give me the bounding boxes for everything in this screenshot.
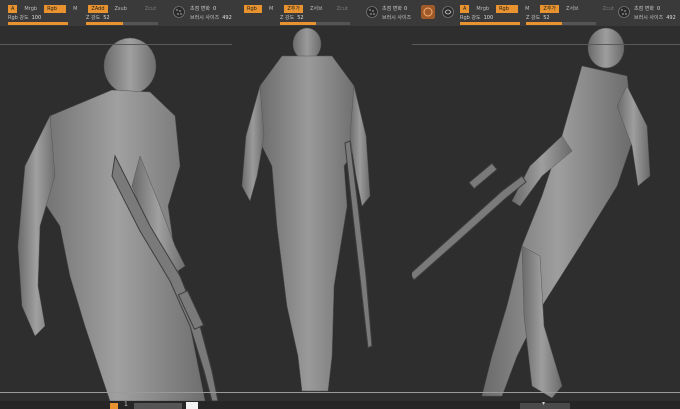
page-number: 1 xyxy=(124,401,128,408)
focal-shift-label: 초점 변화 xyxy=(634,6,654,12)
z-intensity-label: Z 강도 xyxy=(280,15,295,21)
z-intensity-value: 52 xyxy=(297,14,304,21)
rgb-intensity-label: Rgb 강도 xyxy=(8,15,29,21)
zsub-button[interactable]: Z서브 xyxy=(307,5,326,13)
focal-shift-label: 초점 변화 xyxy=(190,6,210,12)
draw-size-value: 492 xyxy=(222,14,232,21)
focal-shift-value: 0 xyxy=(657,5,661,12)
viewport-right[interactable] xyxy=(412,26,680,401)
zcut-button[interactable]: Zcut xyxy=(600,5,617,13)
z-intensity-slider[interactable] xyxy=(280,22,350,25)
stroke-dots-icon[interactable] xyxy=(618,6,630,18)
rgb-intensity-label: Rgb 강도 xyxy=(460,15,481,21)
focal-shift-value: 0 xyxy=(213,5,217,12)
z-intensity-value: 52 xyxy=(103,14,110,21)
alpha-swirl-icon[interactable] xyxy=(442,6,454,18)
draw-size-value: 492 xyxy=(666,14,676,21)
sculpt-figure-back xyxy=(241,27,371,392)
toolbar-left: A Mrgb Rgb M ZAdd Zsub Zcut Rgb 강도 100 Z… xyxy=(0,0,232,26)
z-intensity-label: Z 강도 xyxy=(86,15,101,21)
progress-bar xyxy=(134,403,182,409)
m-button[interactable]: M xyxy=(266,5,276,13)
toolbar-middle: Rgb M Z추가 Z서브 Zcut Z 강도 52 초점 변화 0 브러시 사… xyxy=(232,0,412,26)
stroke-dots-icon[interactable] xyxy=(173,6,185,18)
z-intensity-slider[interactable] xyxy=(526,22,596,25)
bottom-bar: 1 ▾ xyxy=(0,400,680,409)
zsub-button[interactable]: Z서브 xyxy=(563,5,582,13)
m-button[interactable]: M xyxy=(70,5,80,13)
zcut-button[interactable]: Zcut xyxy=(142,5,159,13)
z-intensity-slider[interactable] xyxy=(86,22,158,25)
viewport-divider xyxy=(412,44,680,45)
toolbar-right: A Mrgb Rgb M Z추가 Z서브 Zcut Rgb 강도 100 Z 강… xyxy=(412,0,680,26)
rgb-intensity-value: 100 xyxy=(483,14,494,21)
material-sphere-icon[interactable] xyxy=(421,5,435,19)
zcut-button[interactable]: Zcut xyxy=(334,5,351,13)
rgb-intensity-slider[interactable] xyxy=(460,22,520,25)
rgb-button[interactable]: Rgb xyxy=(44,4,67,13)
orange-swatch[interactable] xyxy=(110,403,118,409)
viewport-middle[interactable] xyxy=(232,26,412,401)
z-intensity-label: Z 강도 xyxy=(526,15,541,21)
rgb-button[interactable]: Rgb xyxy=(496,4,519,13)
chevron-down-icon[interactable]: ▾ xyxy=(542,400,545,407)
rgb-intensity-slider[interactable] xyxy=(8,22,68,25)
rgb-button[interactable]: Rgb xyxy=(244,4,262,13)
z-intensity-value: 52 xyxy=(543,14,550,21)
rifle-prop xyxy=(412,162,527,281)
draw-size-label: 브러시 사이즈 xyxy=(190,15,220,21)
sculpt-figure-back-three-quarter xyxy=(17,37,206,401)
focal-shift-label: 초점 변화 xyxy=(382,6,402,12)
draw-size-label: 브러시 사이즈 xyxy=(634,15,664,21)
white-swatch[interactable] xyxy=(186,402,198,409)
stroke-dots-icon[interactable] xyxy=(366,6,378,18)
zsub-button[interactable]: Zsub xyxy=(112,5,130,13)
rgb-intensity-value: 100 xyxy=(31,14,42,21)
viewport-divider xyxy=(0,44,232,45)
focal-shift-value: 0 xyxy=(404,5,408,12)
viewport-left[interactable] xyxy=(0,26,232,401)
viewport-divider xyxy=(0,392,680,393)
sculpt-figure-leaning xyxy=(481,27,651,399)
draw-size-label: 브러시 사이즈 xyxy=(382,15,412,21)
